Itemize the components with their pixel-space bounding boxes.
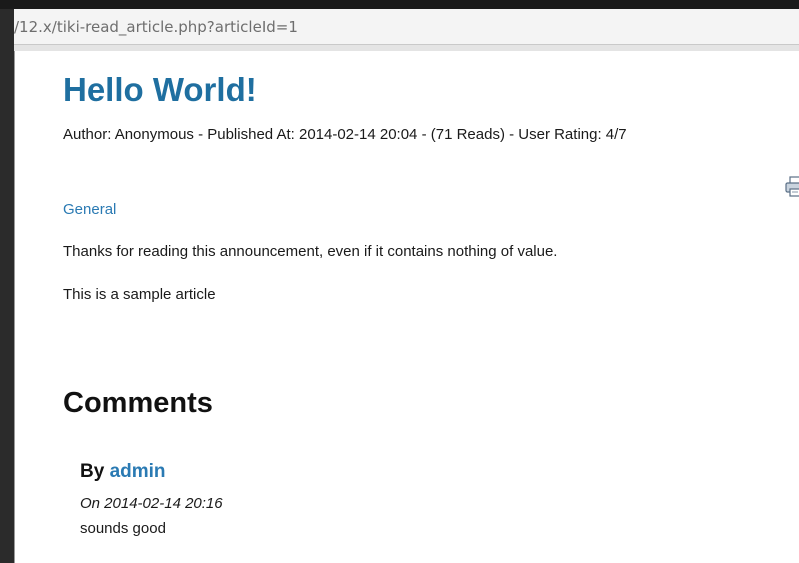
comment-byline: By admin [80, 461, 223, 483]
comment-author-link[interactable]: admin [110, 461, 166, 482]
article-heading: Thanks for reading this announcement, ev… [63, 243, 558, 260]
comment-text: sounds good [80, 520, 166, 537]
page-content: Hello World! Author: Anonymous - Publish… [14, 51, 799, 563]
printer-icon[interactable] [785, 174, 799, 198]
article-meta: Author: Anonymous - Published At: 2014-0… [63, 126, 627, 143]
comment-date: On 2014-02-14 20:16 [80, 495, 223, 512]
comment-by-prefix: By [80, 461, 105, 482]
comment-item: By admin On 2014-02-14 20:16 sounds good [80, 461, 223, 537]
address-bar[interactable]: /12.x/tiki-read_article.php?articleId=1 [14, 9, 799, 45]
screen: /12.x/tiki-read_article.php?articleId=1 … [0, 0, 799, 563]
comments-heading: Comments [63, 387, 213, 419]
topic-link-general[interactable]: General [63, 201, 116, 218]
article-body: This is a sample article [63, 286, 216, 303]
address-bar-url[interactable]: /12.x/tiki-read_article.php?articleId=1 [14, 18, 298, 36]
article-title: Hello World! [63, 71, 257, 108]
window-top-strip [0, 0, 799, 9]
